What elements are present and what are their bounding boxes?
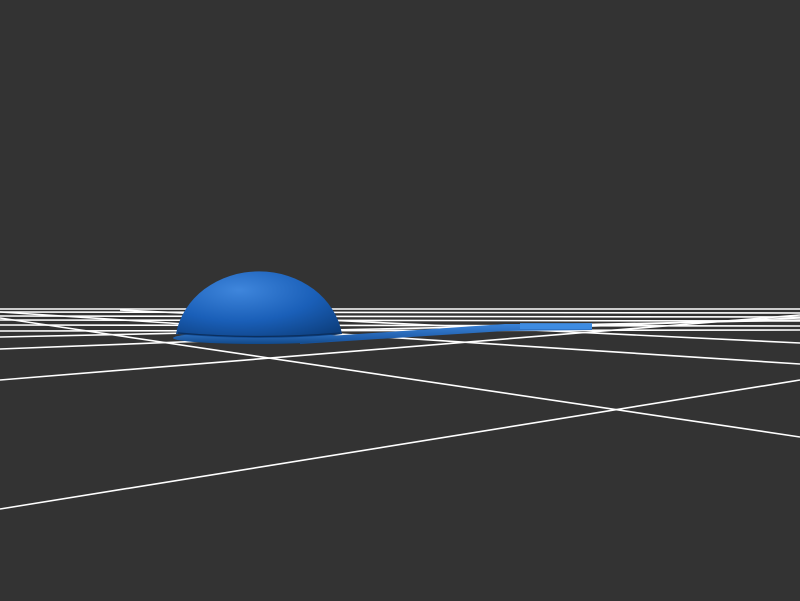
3d-viewport[interactable] xyxy=(0,0,800,601)
model-dome[interactable] xyxy=(176,271,342,338)
blue-model[interactable] xyxy=(173,271,592,344)
model-arm-tip[interactable] xyxy=(520,323,592,329)
floor-grid xyxy=(0,308,800,510)
scene-canvas[interactable] xyxy=(0,0,800,601)
